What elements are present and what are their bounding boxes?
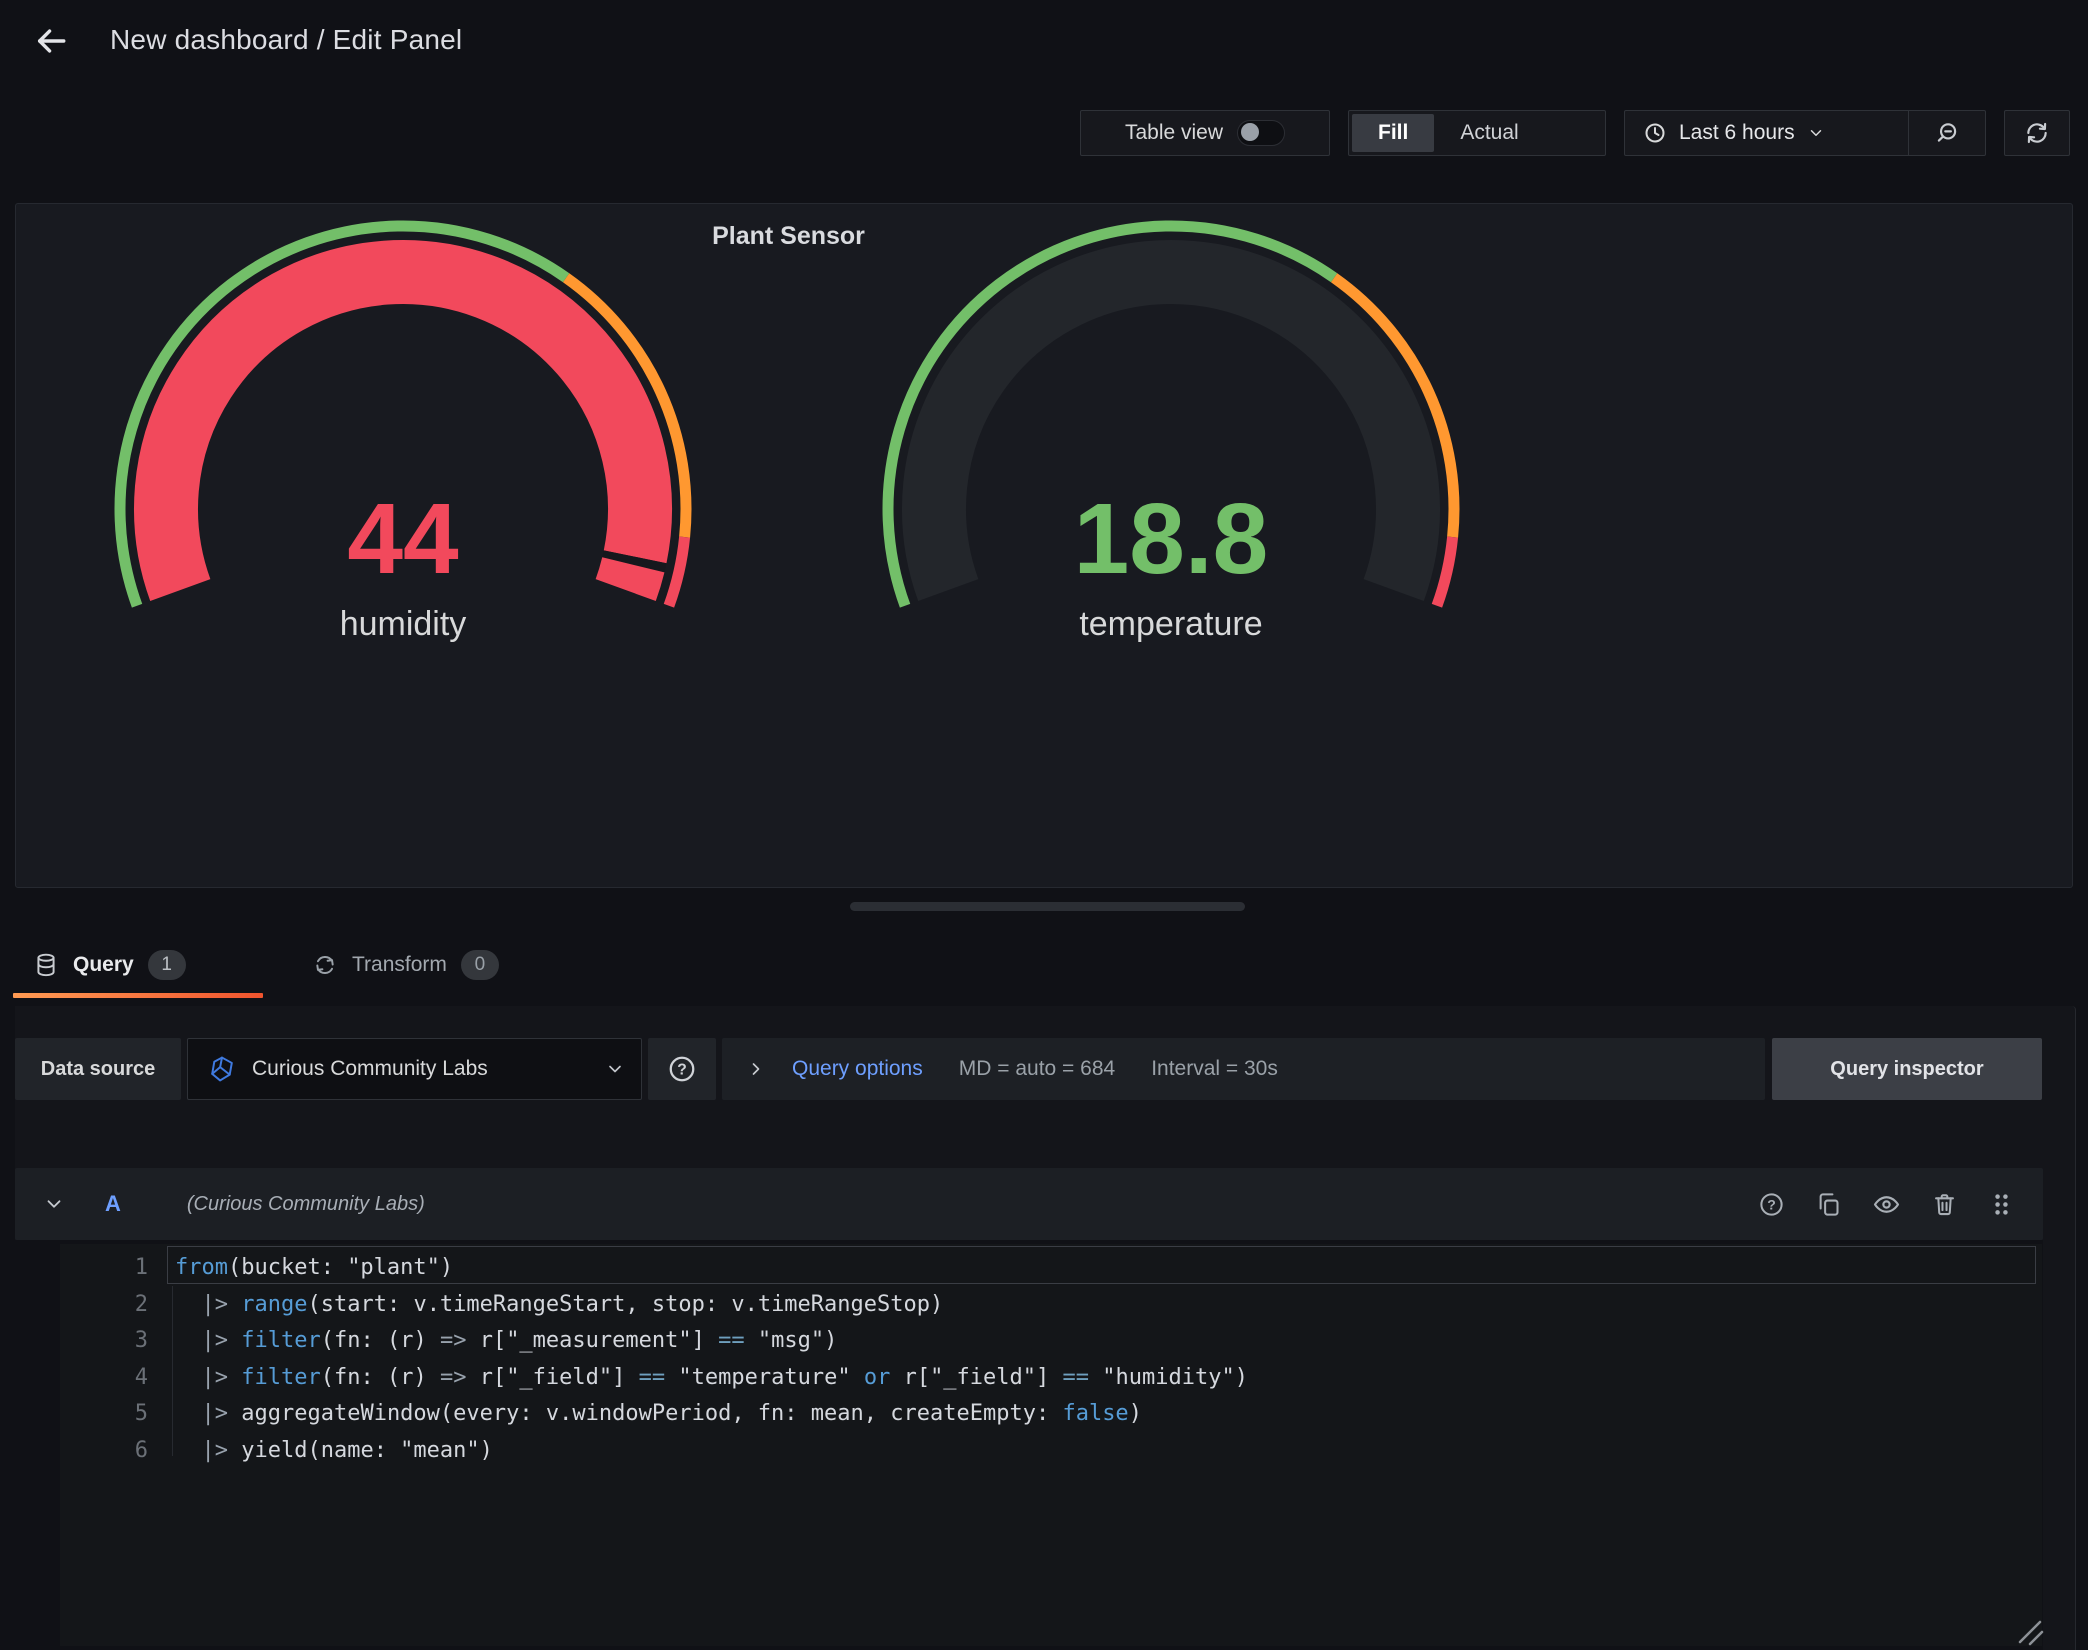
transform-icon	[312, 952, 338, 978]
humidity-gauge: 44 humidity	[93, 199, 713, 659]
code-line[interactable]: |> aggregateWindow(every: v.windowPeriod…	[175, 1396, 2034, 1433]
query-ref-id: A	[105, 1191, 121, 1217]
question-circle-icon: ?	[667, 1054, 697, 1084]
code-line[interactable]: from(bucket: "plant")	[175, 1250, 2034, 1287]
toggle-switch-icon[interactable]	[1237, 120, 1285, 146]
gauge-value: 44	[93, 487, 713, 591]
query-datasource-hint: (Curious Community Labs)	[187, 1193, 425, 1216]
gauge-value: 18.8	[861, 487, 1481, 591]
code-line[interactable]: |> range(start: v.timeRangeStart, stop: …	[175, 1287, 2034, 1324]
grafana-edit-panel: New dashboard / Edit Panel Table view Fi…	[0, 0, 2088, 1650]
datasource-label-chip: Data source	[15, 1038, 181, 1100]
query-row-actions: ?	[1758, 1190, 2015, 1219]
arrow-left-icon	[34, 24, 68, 58]
query-options-toggle[interactable]: Query options	[792, 1057, 923, 1081]
copy-icon	[1815, 1191, 1842, 1218]
chevron-down-icon[interactable]	[43, 1193, 65, 1215]
interval-info: Interval = 30s	[1151, 1057, 1278, 1081]
table-view-toggle[interactable]: Table view	[1080, 110, 1330, 156]
gauge-label: temperature	[861, 603, 1481, 645]
time-range-label: Last 6 hours	[1679, 121, 1795, 145]
trash-icon	[1931, 1191, 1958, 1218]
tab-transform-count: 0	[461, 950, 499, 980]
back-button[interactable]	[28, 18, 74, 64]
database-icon	[33, 952, 59, 978]
actual-button[interactable]: Actual	[1434, 114, 1544, 152]
influxdb-logo-icon	[208, 1055, 236, 1083]
resize-grip-icon	[2012, 1614, 2046, 1648]
svg-text:?: ?	[1767, 1196, 1776, 1212]
chevron-down-icon	[605, 1059, 625, 1079]
refresh-button[interactable]	[2004, 110, 2070, 156]
page-title: New dashboard / Edit Panel	[110, 24, 462, 56]
datasource-name: Curious Community Labs	[252, 1057, 605, 1081]
remove-query-button[interactable]	[1931, 1191, 1958, 1218]
grip-icon	[1988, 1191, 2015, 1218]
editor-resize-handle[interactable]	[2012, 1614, 2046, 1648]
fill-button[interactable]: Fill	[1352, 114, 1434, 152]
chevron-right-icon[interactable]	[746, 1059, 766, 1079]
chevron-down-icon	[1807, 124, 1825, 142]
time-range-group: Last 6 hours	[1624, 110, 1986, 156]
clock-icon	[1643, 121, 1667, 145]
panel-resize-handle[interactable]	[850, 902, 1245, 911]
code-gutter: 123456	[60, 1250, 148, 1470]
flux-code-editor[interactable]: 123456 from(bucket: "plant") |> range(st…	[60, 1244, 2042, 1646]
time-range-picker[interactable]: Last 6 hours	[1625, 111, 1908, 155]
tab-query[interactable]: Query 1	[13, 935, 206, 995]
query-help-button[interactable]: ?	[1758, 1191, 1785, 1218]
tab-query-label: Query	[73, 953, 134, 977]
editor-tabs: Query 1 Transform 0	[0, 935, 2088, 1001]
zoom-out-icon	[1934, 120, 1960, 146]
svg-text:?: ?	[677, 1061, 687, 1078]
drag-query-handle[interactable]	[1988, 1191, 2015, 1218]
refresh-icon	[2024, 120, 2050, 146]
query-options-row: Query options MD = auto = 684 Interval =…	[722, 1038, 1765, 1100]
question-circle-icon: ?	[1758, 1191, 1785, 1218]
datasource-help-button[interactable]: ?	[648, 1038, 716, 1100]
tab-transform[interactable]: Transform 0	[292, 935, 519, 995]
toggle-query-visibility-button[interactable]	[1872, 1190, 1901, 1219]
eye-icon	[1872, 1190, 1901, 1219]
duplicate-query-button[interactable]	[1815, 1191, 1842, 1218]
display-mode-group: Fill Actual	[1348, 110, 1606, 156]
table-view-label: Table view	[1125, 121, 1223, 145]
code-line[interactable]: |> yield(name: "mean")	[175, 1433, 2034, 1470]
code-lines[interactable]: from(bucket: "plant") |> range(start: v.…	[175, 1250, 2034, 1470]
tab-transform-label: Transform	[352, 953, 447, 977]
query-inspector-button[interactable]: Query inspector	[1772, 1038, 2042, 1100]
gauge-label: humidity	[93, 603, 713, 645]
query-row-header[interactable]: A (Curious Community Labs) ?	[15, 1168, 2043, 1240]
code-line[interactable]: |> filter(fn: (r) => r["_measurement"] =…	[175, 1323, 2034, 1360]
active-tab-underline	[13, 993, 263, 998]
datasource-select[interactable]: Curious Community Labs	[187, 1038, 642, 1100]
code-line[interactable]: |> filter(fn: (r) => r["_field"] == "tem…	[175, 1360, 2034, 1397]
tab-query-count: 1	[148, 950, 186, 980]
zoom-out-button[interactable]	[1909, 111, 1985, 155]
plant-sensor-panel: Plant Sensor 44 humidity 18.8 temperatur…	[15, 203, 2073, 888]
max-data-points-info: MD = auto = 684	[959, 1057, 1115, 1081]
indent-guide	[172, 1286, 173, 1456]
temperature-gauge: 18.8 temperature	[861, 199, 1481, 659]
